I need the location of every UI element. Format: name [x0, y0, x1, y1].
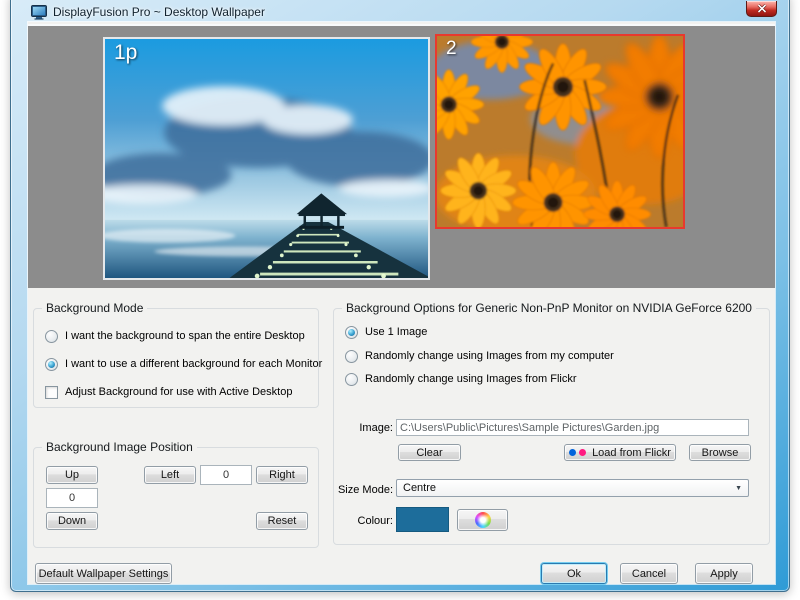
radio-random-computer[interactable]	[345, 349, 358, 363]
radio-span-desktop-label: I want the background to span the entire…	[65, 330, 305, 342]
window-title: DisplayFusion Pro ~ Desktop Wallpaper	[53, 5, 265, 19]
group-image-position-title: Background Image Position	[42, 440, 197, 454]
option-active-desktop[interactable]: Adjust Background for use with Active De…	[45, 385, 292, 399]
option-span-desktop[interactable]: I want the background to span the entire…	[45, 329, 305, 343]
monitor-preview-2-selected[interactable]: 2	[435, 34, 685, 229]
checkbox-active-desktop-label: Adjust Background for use with Active De…	[65, 386, 293, 398]
radio-span-desktop[interactable]	[45, 329, 58, 343]
app-icon	[31, 4, 47, 20]
monitor-1-label: 1p	[114, 41, 138, 64]
option-use-1-image[interactable]: Use 1 Image	[345, 325, 427, 339]
option-different-per-monitor[interactable]: I want to use a different background for…	[45, 357, 322, 371]
default-wallpaper-settings-button[interactable]: Default Wallpaper Settings	[35, 563, 172, 584]
load-from-flickr-button[interactable]: Load from Flickr	[564, 444, 676, 461]
monitor-preview-1[interactable]: 1p	[103, 37, 430, 280]
radio-random-flickr-label: Randomly change using Images from Flickr	[365, 373, 577, 385]
radio-use-1-image-label: Use 1 Image	[365, 326, 428, 338]
reset-button[interactable]: Reset	[256, 512, 308, 530]
size-mode-label: Size Mode:	[337, 484, 393, 496]
close-icon	[757, 4, 767, 13]
size-mode-dropdown[interactable]: Centre ▼	[396, 479, 749, 497]
flickr-dots-icon	[569, 449, 587, 456]
radio-use-1-image[interactable]	[345, 325, 358, 339]
titlebar[interactable]: DisplayFusion Pro ~ Desktop Wallpaper	[31, 2, 265, 22]
clear-button[interactable]: Clear	[398, 444, 461, 461]
colour-label: Colour:	[357, 515, 393, 527]
radio-different-per-monitor-label: I want to use a different background for…	[65, 358, 323, 370]
option-random-flickr[interactable]: Randomly change using Images from Flickr	[345, 372, 577, 386]
left-button[interactable]: Left	[144, 466, 196, 484]
down-button[interactable]: Down	[46, 512, 98, 530]
chevron-down-icon: ▼	[735, 484, 742, 492]
screen: DisplayFusion Pro ~ Desktop Wallpaper 1p…	[0, 0, 800, 600]
vertical-offset-input[interactable]	[46, 488, 98, 508]
horizontal-offset-input[interactable]	[200, 465, 252, 485]
group-image-position: Background Image Position Up Down Left R…	[33, 440, 319, 548]
up-button[interactable]: Up	[46, 466, 98, 484]
browse-button[interactable]: Browse	[689, 444, 751, 461]
image-path-label: Image:	[359, 422, 393, 434]
right-button[interactable]: Right	[256, 466, 308, 484]
apply-button[interactable]: Apply	[695, 563, 753, 584]
dialog-client-area: 1p 2 Background Mode I want the backgrou…	[28, 22, 775, 584]
colour-swatch[interactable]	[396, 507, 449, 532]
group-background-mode: Background Mode I want the background to…	[33, 301, 322, 408]
group-background-options-title: Background Options for Generic Non-PnP M…	[342, 301, 756, 315]
ok-button[interactable]: Ok	[541, 563, 607, 584]
radio-random-flickr[interactable]	[345, 372, 358, 386]
radio-random-computer-label: Randomly change using Images from my com…	[365, 350, 614, 362]
load-from-flickr-label: Load from Flickr	[592, 446, 671, 459]
size-mode-value: Centre	[403, 482, 437, 494]
pier-wallpaper-image	[105, 39, 428, 278]
flowers-wallpaper-image	[437, 36, 683, 227]
group-background-options: Background Options for Generic Non-PnP M…	[333, 301, 770, 545]
colour-picker-button[interactable]	[457, 509, 508, 531]
image-path-input[interactable]	[396, 419, 749, 436]
radio-different-per-monitor[interactable]	[45, 357, 58, 371]
group-background-mode-title: Background Mode	[42, 301, 148, 315]
option-random-computer[interactable]: Randomly change using Images from my com…	[345, 349, 614, 363]
close-button[interactable]	[746, 1, 777, 17]
colour-wheel-icon	[474, 512, 491, 528]
monitor-preview-panel: 1p 2	[28, 24, 775, 288]
monitor-2-label: 2	[446, 38, 457, 59]
cancel-button[interactable]: Cancel	[620, 563, 678, 584]
checkbox-active-desktop[interactable]	[45, 385, 58, 399]
